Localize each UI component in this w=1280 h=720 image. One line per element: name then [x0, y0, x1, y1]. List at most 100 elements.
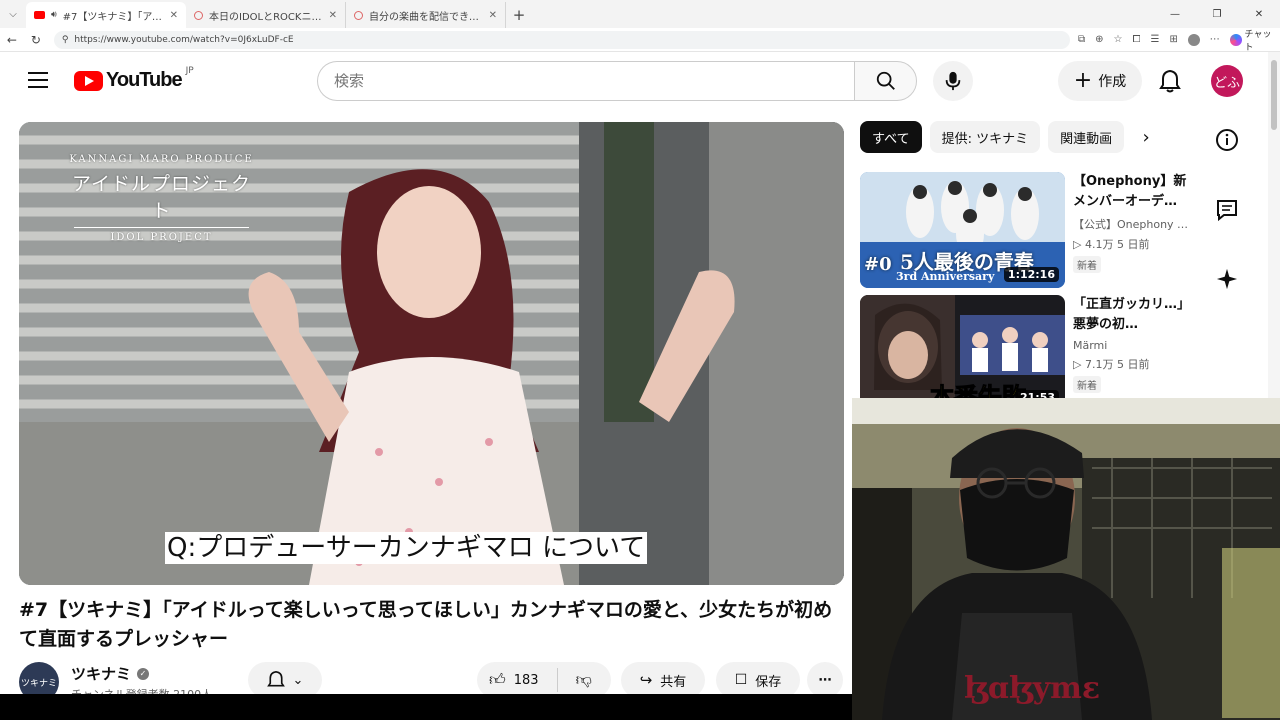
chip-from-channel[interactable]: 提供: ツキナミ: [929, 121, 1041, 153]
screen: ⌵ 🔊︎ #7【ツキナミ】「アイドルって楽しいっ ✕ 本日のIDOLとROCKニ…: [0, 0, 1280, 720]
chip-all[interactable]: すべて: [860, 121, 922, 153]
browser-tab-strip: ⌵ 🔊︎ #7【ツキナミ】「アイドルって楽しいっ ✕ 本日のIDOLとROCKニ…: [0, 0, 1280, 28]
site-info-icon[interactable]: ⚲: [62, 35, 69, 45]
bookmark-icon: ☐: [734, 672, 748, 688]
search-box: [317, 61, 917, 101]
zoom-icon[interactable]: ⊕: [1095, 34, 1103, 45]
notification-setting-button[interactable]: ⌄: [248, 662, 322, 694]
page-scrollbar[interactable]: [1268, 52, 1280, 398]
recommendation-item[interactable]: #0 5人最後の青春 3rd Anniversary 1:12:16 【Onep…: [860, 172, 1190, 288]
profile-icon[interactable]: [1187, 33, 1200, 46]
like-count[interactable]: 183: [514, 673, 539, 688]
chat-label: チャット: [1244, 29, 1272, 53]
share-label: 共有: [660, 674, 687, 690]
chat-icon[interactable]: [1215, 198, 1239, 222]
thumbs-up-icon[interactable]: 👍︎: [489, 670, 506, 690]
close-window-button[interactable]: ✕: [1238, 0, 1280, 28]
account-avatar[interactable]: どふ: [1211, 65, 1243, 97]
webcam-overlay: ɮɑɮymɛ: [852, 398, 1280, 720]
chevron-right-icon[interactable]: ›: [1132, 121, 1160, 153]
logo-text: YouTube: [106, 69, 183, 91]
youtube-favicon-icon: [34, 11, 45, 19]
read-aloud-icon[interactable]: ⧉: [1078, 34, 1085, 45]
recommendation-channel[interactable]: 【公式】Onephony …: [1073, 216, 1190, 232]
bell-icon: [1159, 69, 1181, 93]
plus-icon: +: [1073, 68, 1093, 93]
audio-icon[interactable]: 🔊︎: [51, 10, 57, 20]
url-text: https://www.youtube.com/watch?v=0J6xLuDF…: [74, 34, 294, 45]
thumbnail-subtext: 3rd Anniversary: [896, 270, 995, 283]
video-caption: Q:プロデューサーカンナギマロ について: [165, 532, 648, 564]
bell-icon: [266, 670, 285, 687]
info-icon[interactable]: [1215, 128, 1239, 152]
video-player[interactable]: KANNAGI MARO PRODUCE アイドルプロジェクト IDOL PRO…: [19, 122, 844, 585]
more-actions-button[interactable]: ⋯: [807, 662, 843, 694]
search-icon: [876, 71, 895, 90]
sparkle-icon[interactable]: [1216, 268, 1238, 290]
verified-icon: ✓: [137, 667, 150, 680]
close-icon[interactable]: ✕: [329, 10, 337, 21]
save-button[interactable]: ☐ 保存: [716, 662, 800, 694]
recommendation-title[interactable]: 【Onephony】新メンバーオーデ…: [1073, 172, 1190, 212]
video-thumbnail[interactable]: #0 5人最後の青春 3rd Anniversary 1:12:16: [860, 172, 1065, 288]
window-controls: — ❐ ✕: [1154, 0, 1280, 28]
channel-name-text: ツキナミ: [71, 665, 132, 683]
tab-idol-news[interactable]: 本日のIDOLとROCKニュース【ほどほ】 ✕: [186, 2, 346, 28]
share-button[interactable]: ↪ 共有: [621, 662, 705, 694]
webcam-frame: ɮɑɮymɛ: [852, 398, 1280, 720]
address-bar: ← ↻ ⚲ https://www.youtube.com/watch?v=0J…: [0, 27, 1280, 53]
new-tab-button[interactable]: +: [506, 2, 532, 28]
menu-icon[interactable]: [28, 72, 48, 88]
minimize-button[interactable]: —: [1154, 0, 1196, 28]
recommendation-channel[interactable]: Märmi: [1073, 339, 1190, 352]
tab-title: #7【ツキナミ】「アイドルって楽しいっ: [62, 11, 164, 23]
notifications-button[interactable]: [1150, 61, 1190, 101]
favorite-star-icon[interactable]: ☆: [1114, 34, 1123, 45]
subscriber-count: チャンネル登録者数 2100人: [71, 686, 212, 694]
search-button[interactable]: [854, 61, 917, 101]
thumbnail-number: #0: [864, 254, 892, 275]
voice-search-button[interactable]: [933, 61, 973, 101]
chip-related[interactable]: 関連動画: [1048, 121, 1125, 153]
taskbar-strip: [0, 694, 852, 720]
extensions-icon[interactable]: ⧠: [1132, 34, 1140, 45]
overlay-divider: [74, 227, 249, 228]
share-arrow-icon: ↪: [639, 671, 653, 689]
tab-youtube[interactable]: 🔊︎ #7【ツキナミ】「アイドルって楽しいっ ✕: [26, 2, 186, 28]
channel-avatar[interactable]: ツキナミ: [19, 662, 59, 694]
video-thumbnail[interactable]: 本番失敗 21:53: [860, 295, 1065, 411]
tab-music-distribution[interactable]: 自分の楽曲を配信できる!2人だけで ✕: [346, 2, 506, 28]
thumbs-down-icon[interactable]: 👎︎: [576, 670, 592, 690]
url-field[interactable]: ⚲ https://www.youtube.com/watch?v=0J6xLu…: [53, 30, 1070, 49]
region-code: JP: [185, 65, 194, 76]
settings-more-icon[interactable]: ⋯: [1210, 34, 1220, 45]
youtube-play-icon: [74, 70, 103, 91]
close-icon[interactable]: ✕: [489, 10, 497, 21]
svg-text:ɮɑɮymɛ: ɮɑɮymɛ: [964, 671, 1100, 706]
new-badge: 新着: [1073, 376, 1101, 393]
chevron-down-icon: ⌄: [292, 672, 304, 688]
search-input[interactable]: [317, 61, 854, 101]
idol-project-logo: KANNAGI MARO PRODUCE アイドルプロジェクト IDOL PRO…: [64, 154, 259, 243]
favorites-icon[interactable]: ☰: [1150, 34, 1159, 45]
youtube-logo[interactable]: YouTube JP: [74, 65, 194, 92]
tab-title: 本日のIDOLとROCKニュース【ほどほ】: [209, 11, 323, 23]
microphone-icon: [945, 71, 961, 91]
back-arrow-icon[interactable]: ←: [0, 28, 24, 52]
reload-icon[interactable]: ↻: [24, 28, 48, 52]
duration-badge: 1:12:16: [1003, 267, 1059, 282]
close-icon[interactable]: ✕: [170, 10, 178, 21]
recommendation-title[interactable]: 「正直ガッカリ…」悪夢の初…: [1073, 295, 1190, 335]
chat-button[interactable]: チャット: [1229, 27, 1280, 53]
recommendation-item[interactable]: 本番失敗 21:53 「正直ガッカリ…」悪夢の初… Märmi ▷ 7.1万 5…: [860, 295, 1190, 411]
channel-name[interactable]: ツキナミ ✓: [71, 663, 150, 684]
scrollbar-thumb[interactable]: [1271, 60, 1277, 130]
create-button[interactable]: + 作成: [1058, 61, 1142, 101]
restore-button[interactable]: ❐: [1196, 0, 1238, 28]
recommendation-meta: ▷ 4.1万 5 日前: [1073, 238, 1150, 251]
collections-icon[interactable]: ⊞: [1169, 34, 1177, 45]
tab-list-menu-icon[interactable]: ⌵: [0, 0, 26, 28]
overlay-top-text: KANNAGI MARO PRODUCE: [69, 154, 254, 165]
side-panel-icons: [1207, 128, 1247, 290]
related-filter-chips: すべて 提供: ツキナミ 関連動画 ›: [860, 121, 1160, 153]
